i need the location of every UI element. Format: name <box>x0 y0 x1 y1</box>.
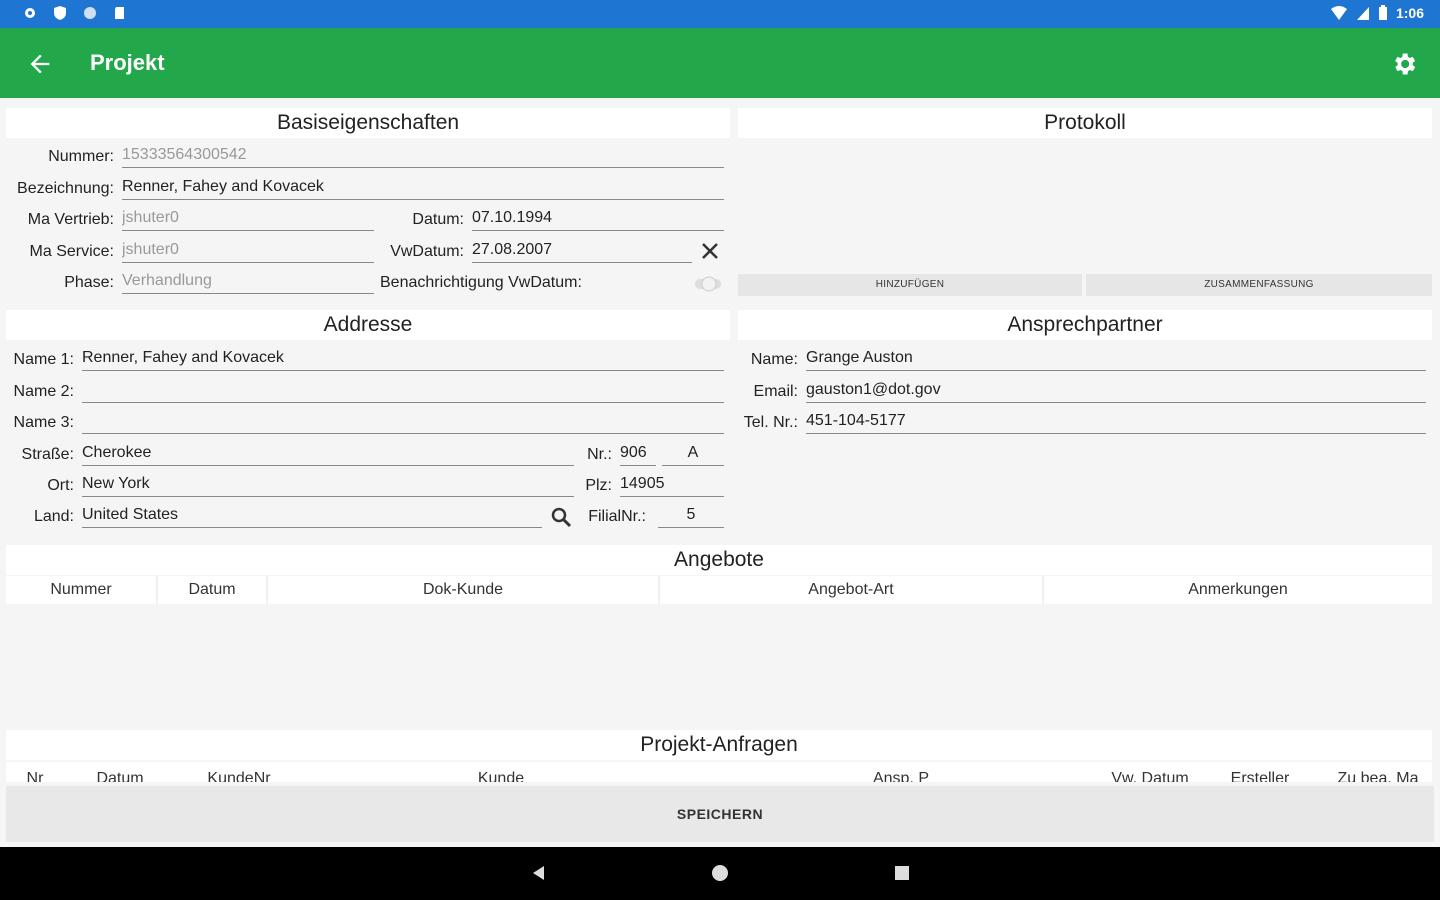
name3-field[interactable] <box>82 412 724 434</box>
back-arrow-icon[interactable] <box>26 50 54 78</box>
angebote-col-angebot-art[interactable]: Angebot-Art <box>660 576 1042 604</box>
battery-icon <box>1378 5 1387 20</box>
benachrichtigung-label: Benachrichtigung VwDatum: <box>380 274 582 291</box>
anfragen-col-kunde[interactable]: Kunde <box>304 765 698 782</box>
ansprechpartner-heading: Ansprechpartner <box>738 310 1432 340</box>
name1-label: Name 1: <box>13 351 74 368</box>
land-field[interactable]: United States <box>82 506 542 528</box>
status-bar: 1:06 <box>0 0 1440 28</box>
nummer-label: Nummer: <box>48 148 114 165</box>
adresse-heading: Addresse <box>6 310 730 340</box>
protokoll-list <box>738 138 1432 272</box>
angebote-col-nummer[interactable]: Nummer <box>6 576 156 604</box>
filialnr-label: FilialNr.: <box>588 508 646 525</box>
anfragen-heading: Projekt-Anfragen <box>6 730 1432 760</box>
phase-label: Phase: <box>64 274 114 291</box>
zusammenfassung-button[interactable]: ZUSAMMENFASSUNG <box>1086 274 1432 296</box>
angebote-col-datum[interactable]: Datum <box>158 576 266 604</box>
ort-label: Ort: <box>47 477 74 494</box>
angebote-list <box>6 604 1432 724</box>
bezeichnung-field[interactable]: Renner, Fahey and Kovacek <box>122 178 724 200</box>
datum-label: Datum: <box>412 211 464 228</box>
page-title: Projekt <box>90 50 165 75</box>
hinzufuegen-button[interactable]: HINZUFÜGEN <box>738 274 1082 296</box>
anfragen-col-vw-datum[interactable]: Vw. Datum <box>1104 765 1196 782</box>
plz-label: Plz: <box>585 477 612 494</box>
anfragen-table-header: Nr Datum KundeNr Kunde Ansp. P Vw. Datum… <box>6 762 1432 782</box>
close-icon[interactable] <box>699 240 721 262</box>
system-nav-bar <box>0 847 1440 900</box>
nummer-field[interactable]: 15333564300542 <box>122 146 724 168</box>
land-label: Land: <box>33 508 74 525</box>
wifi-icon <box>1330 6 1347 20</box>
benachrichtigung-toggle[interactable] <box>693 276 723 292</box>
ma-service-field[interactable]: jshuter0 <box>122 241 374 263</box>
signal-icon <box>1356 7 1369 20</box>
filialnr-field[interactable]: 5 <box>658 506 724 528</box>
ansprech-name-field[interactable]: Grange Auston <box>806 349 1426 371</box>
anfragen-col-ansp-p[interactable]: Ansp. P <box>700 765 1102 782</box>
name3-label: Name 3: <box>13 414 74 431</box>
name1-field[interactable]: Renner, Fahey and Kovacek <box>82 349 724 371</box>
ansprech-tel-field[interactable]: 451-104-5177 <box>806 412 1426 434</box>
nr-field[interactable]: 906 <box>620 444 656 466</box>
shield-notification-icon <box>54 6 66 20</box>
angebote-col-anmerkungen[interactable]: Anmerkungen <box>1044 576 1432 604</box>
angebote-col-dok-kunde[interactable]: Dok-Kunde <box>268 576 658 604</box>
circle-notification-icon <box>84 7 96 19</box>
status-time: 1:06 <box>1395 5 1424 21</box>
nav-home-icon[interactable] <box>710 863 730 883</box>
search-icon[interactable] <box>550 506 572 528</box>
nav-recents-icon[interactable] <box>893 864 911 882</box>
datum-field[interactable]: 07.10.1994 <box>472 209 724 231</box>
nr-suffix-field[interactable]: A <box>662 444 724 466</box>
ma-vertrieb-field[interactable]: jshuter0 <box>122 209 374 231</box>
angebote-heading: Angebote <box>6 545 1432 575</box>
strasse-field[interactable]: Cherokee <box>82 444 574 466</box>
angebote-table-header: Nummer Datum Dok-Kunde Angebot-Art Anmer… <box>6 576 1432 604</box>
anfragen-col-nr[interactable]: Nr <box>6 765 64 782</box>
ort-field[interactable]: New York <box>82 475 574 497</box>
anfragen-col-zu-bea-ma[interactable]: Zu bea. Ma <box>1324 765 1432 782</box>
strasse-label: Straße: <box>21 446 74 463</box>
vwdatum-label: VwDatum: <box>390 243 464 260</box>
anfragen-col-kundenr[interactable]: KundeNr <box>176 765 302 782</box>
ma-service-label: Ma Service: <box>29 243 114 260</box>
name2-field[interactable] <box>82 381 724 403</box>
plz-field[interactable]: 14905 <box>620 475 724 497</box>
nav-back-icon[interactable] <box>529 863 549 883</box>
ansprech-tel-label: Tel. Nr.: <box>743 414 798 431</box>
anfragen-col-datum[interactable]: Datum <box>66 765 174 782</box>
vwdatum-field[interactable]: 27.08.2007 <box>472 241 692 263</box>
ma-vertrieb-label: Ma Vertrieb: <box>27 211 114 228</box>
speichern-button[interactable]: SPEICHERN <box>6 786 1434 842</box>
ansprech-name-label: Name: <box>750 351 798 368</box>
ansprech-email-label: Email: <box>753 383 798 400</box>
protokoll-heading: Protokoll <box>738 108 1432 138</box>
name2-label: Name 2: <box>13 383 74 400</box>
bezeichnung-label: Bezeichnung: <box>17 180 114 197</box>
basis-heading: Basiseigenschaften <box>6 108 730 138</box>
nr-label: Nr.: <box>587 446 612 463</box>
ansprech-email-field[interactable]: gauston1@dot.gov <box>806 381 1426 403</box>
sd-card-notification-icon <box>115 7 124 19</box>
gear-icon[interactable] <box>1390 50 1418 78</box>
settings-notification-icon <box>25 8 35 18</box>
phase-field[interactable]: Verhandlung <box>122 272 374 294</box>
anfragen-col-ersteller[interactable]: Ersteller <box>1198 765 1322 782</box>
app-bar: Projekt <box>0 28 1440 98</box>
